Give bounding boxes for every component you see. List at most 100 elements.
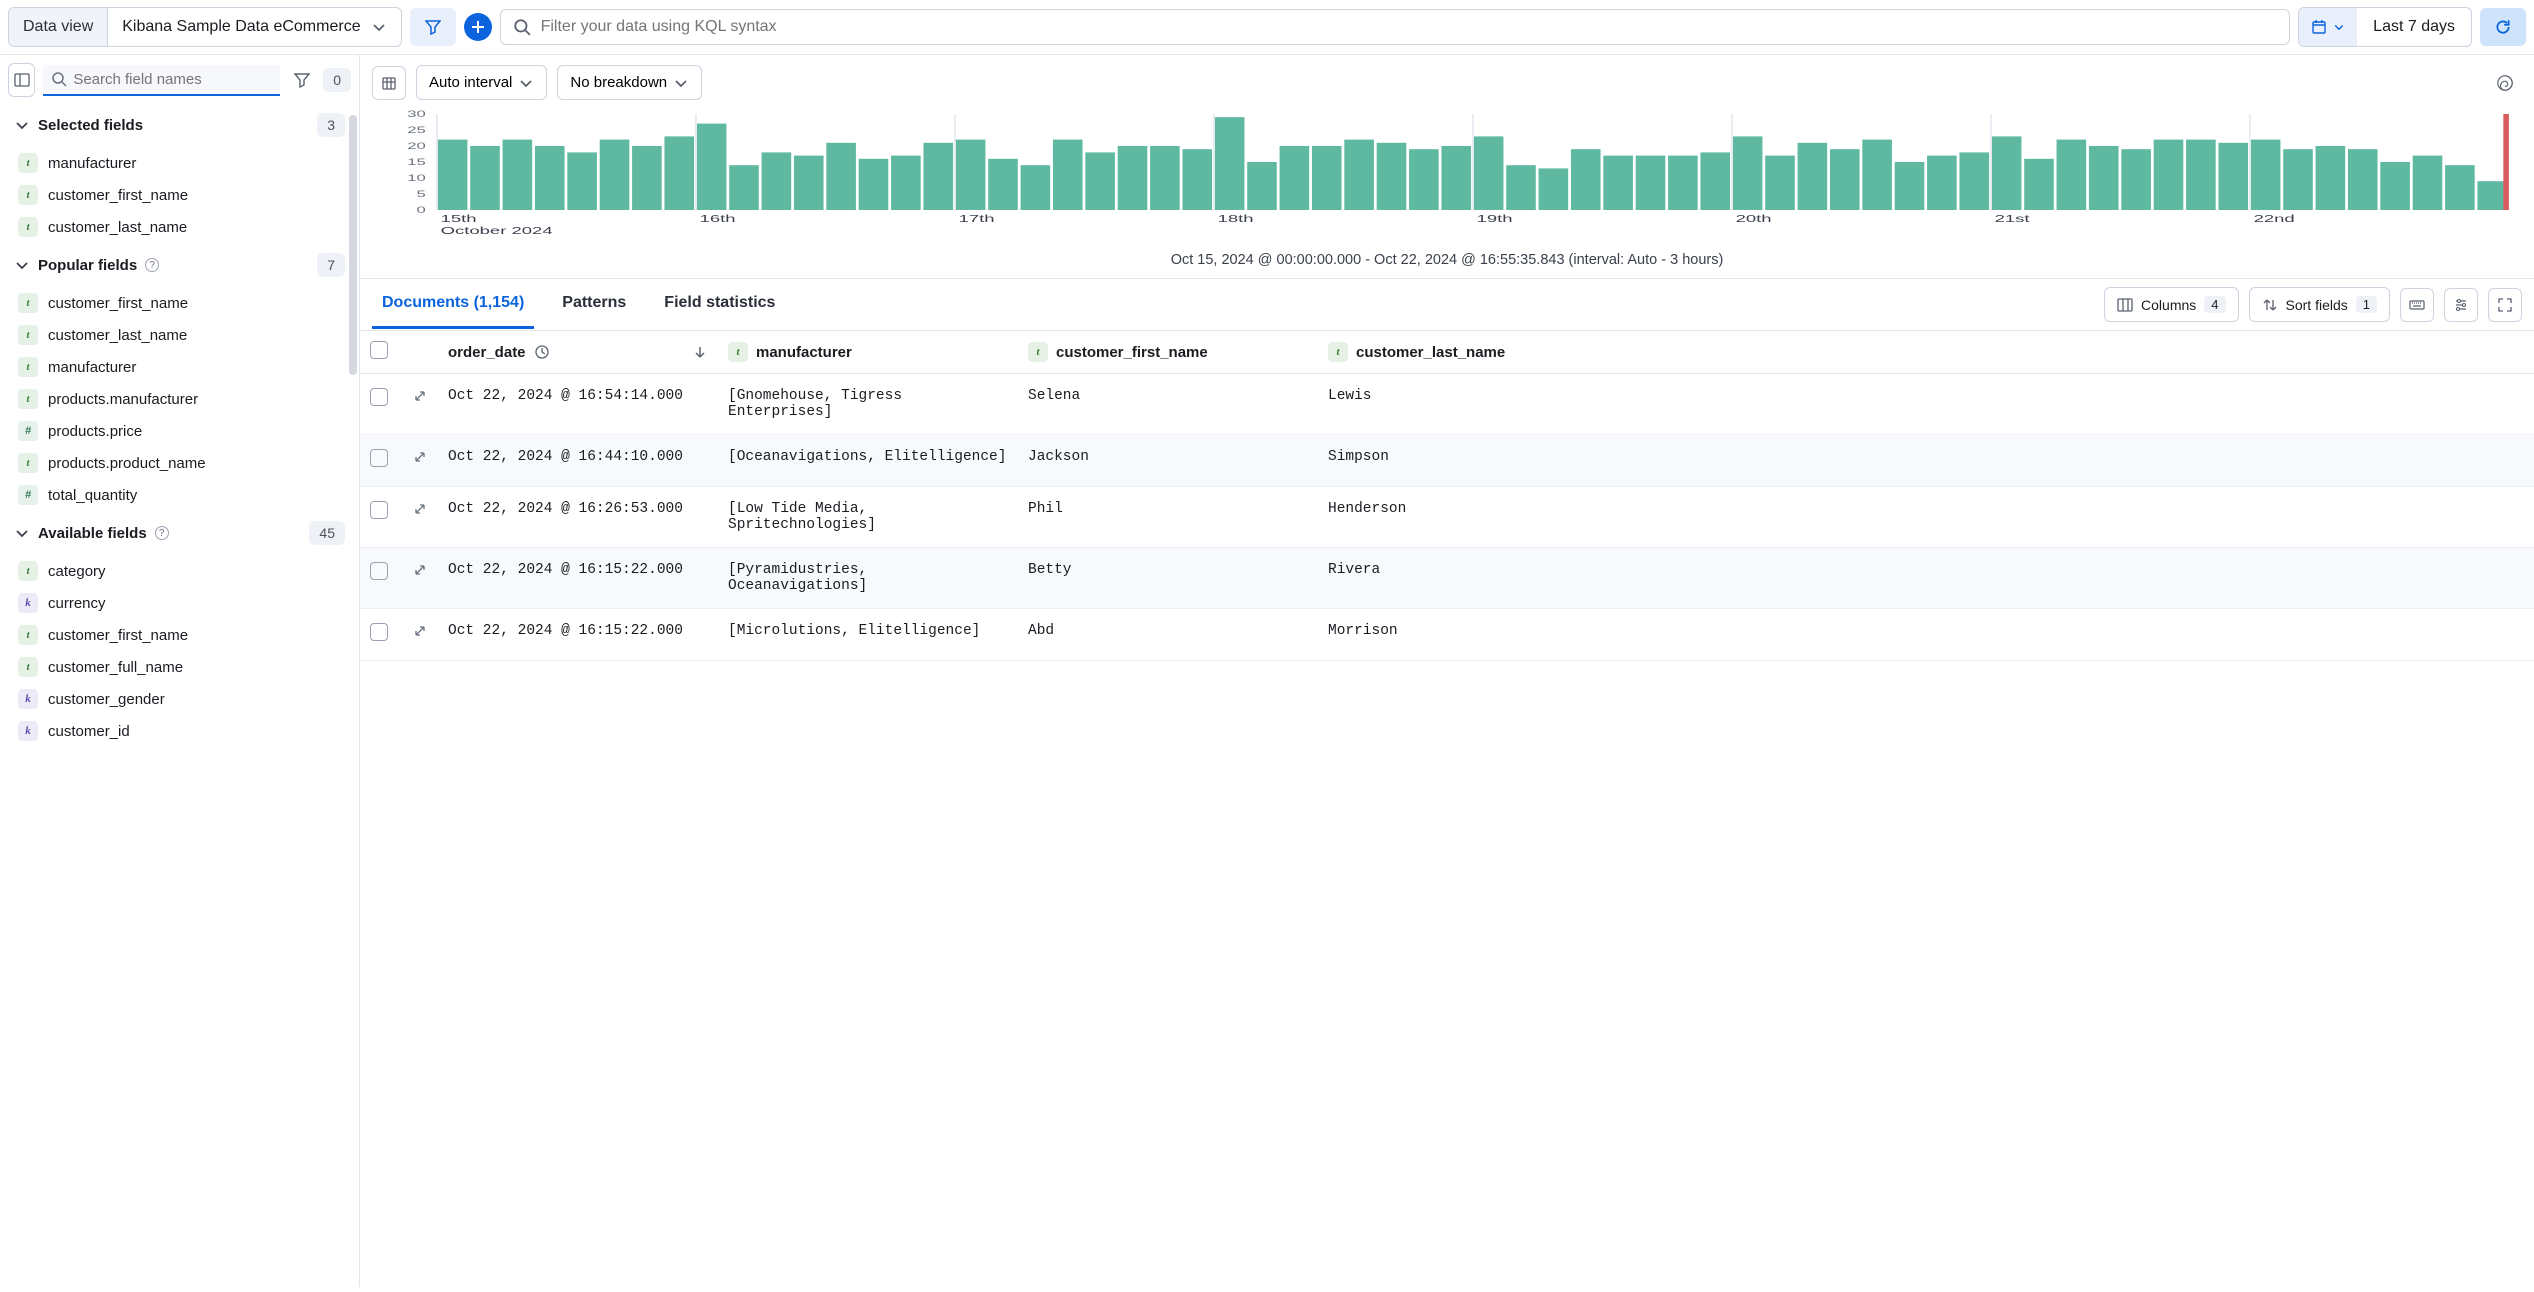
calendar-icon xyxy=(2311,19,2327,35)
row-checkbox[interactable] xyxy=(370,501,388,519)
plus-icon xyxy=(470,19,486,35)
field-item[interactable]: tcustomer_last_name xyxy=(8,319,351,351)
column-header-last-name[interactable]: tcustomer_last_name xyxy=(1318,331,2534,374)
field-type-icon: t xyxy=(18,625,38,645)
field-search[interactable] xyxy=(43,65,280,96)
fields-sidebar: 0 Selected fields 3 tmanufacturertcustom… xyxy=(0,55,360,1287)
cell-first-name: Selena xyxy=(1018,374,1318,435)
field-item[interactable]: #total_quantity xyxy=(8,479,351,511)
fullscreen-button[interactable] xyxy=(2488,288,2522,322)
sort-icon xyxy=(2262,297,2278,313)
tab-patterns[interactable]: Patterns xyxy=(552,280,636,329)
filter-button[interactable] xyxy=(410,8,456,46)
section-count: 45 xyxy=(309,521,345,545)
field-type-icon: k xyxy=(18,689,38,709)
dataview-value[interactable]: Kibana Sample Data eCommerce xyxy=(108,8,400,46)
date-picker[interactable]: Last 7 days xyxy=(2298,7,2472,47)
tab-field-statistics[interactable]: Field statistics xyxy=(654,280,785,329)
date-quick-menu[interactable] xyxy=(2299,8,2357,46)
sort-count: 1 xyxy=(2356,296,2377,313)
columns-button[interactable]: Columns 4 xyxy=(2104,287,2238,322)
text-type-icon: t xyxy=(1028,342,1048,362)
cell-last-name: Lewis xyxy=(1318,374,2534,435)
text-type-icon: t xyxy=(1328,342,1348,362)
field-filter-button[interactable] xyxy=(288,63,315,97)
column-header-manufacturer[interactable]: tmanufacturer xyxy=(718,331,1018,374)
breakdown-select[interactable]: No breakdown xyxy=(557,65,702,100)
row-checkbox[interactable] xyxy=(370,562,388,580)
field-item[interactable]: tproducts.manufacturer xyxy=(8,383,351,415)
search-icon xyxy=(513,18,531,36)
cell-order-date: Oct 22, 2024 @ 16:26:53.000 xyxy=(438,487,718,548)
result-tabs: Documents (1,154) Patterns Field statist… xyxy=(360,278,2534,331)
svg-text:16th: 16th xyxy=(700,214,736,225)
field-item[interactable]: kcustomer_gender xyxy=(8,683,351,715)
field-search-input[interactable] xyxy=(73,71,272,88)
field-item[interactable]: tproducts.product_name xyxy=(8,447,351,479)
documents-table: order_date tmanufacturer tcustomer_first… xyxy=(360,331,2534,1287)
row-checkbox[interactable] xyxy=(370,388,388,406)
section-count: 7 xyxy=(317,253,345,277)
field-type-icon: t xyxy=(18,293,38,313)
cell-last-name: Morrison xyxy=(1318,609,2534,661)
select-all-checkbox[interactable] xyxy=(370,341,388,359)
add-filter-button[interactable] xyxy=(464,13,492,41)
svg-text:25: 25 xyxy=(407,125,426,135)
section-selected-toggle[interactable]: Selected fields 3 xyxy=(8,103,351,147)
toggle-histogram-button[interactable] xyxy=(372,66,406,100)
sidebar-scrollbar[interactable] xyxy=(349,115,357,375)
sort-button[interactable]: Sort fields 1 xyxy=(2249,287,2390,322)
field-item[interactable]: tcustomer_first_name xyxy=(8,619,351,651)
field-item[interactable]: #products.price xyxy=(8,415,351,447)
expand-row-button[interactable] xyxy=(412,449,428,465)
field-item[interactable]: kcurrency xyxy=(8,587,351,619)
row-checkbox[interactable] xyxy=(370,623,388,641)
field-item[interactable]: kcustomer_id xyxy=(8,715,351,747)
date-range-label[interactable]: Last 7 days xyxy=(2357,8,2471,46)
field-name: customer_id xyxy=(48,723,130,740)
keyboard-shortcuts-button[interactable] xyxy=(2400,288,2434,322)
dataview-selector[interactable]: Data view Kibana Sample Data eCommerce xyxy=(8,7,402,47)
interval-select[interactable]: Auto interval xyxy=(416,65,547,100)
svg-text:19th: 19th xyxy=(1477,214,1513,225)
field-item[interactable]: tcustomer_first_name xyxy=(8,287,351,319)
field-name: customer_last_name xyxy=(48,327,187,344)
display-options-button[interactable] xyxy=(2444,288,2478,322)
histogram-caption: Oct 15, 2024 @ 00:00:00.000 - Oct 22, 20… xyxy=(360,246,2534,278)
svg-text:0: 0 xyxy=(417,205,426,215)
section-available-toggle[interactable]: Available fields ? 45 xyxy=(8,511,351,555)
expand-row-button[interactable] xyxy=(412,562,428,578)
chevron-down-icon xyxy=(673,75,689,91)
help-icon[interactable]: ? xyxy=(145,258,159,272)
field-item[interactable]: tmanufacturer xyxy=(8,147,351,179)
expand-row-button[interactable] xyxy=(412,623,428,639)
svg-text:October 2024: October 2024 xyxy=(441,226,553,237)
expand-row-button[interactable] xyxy=(412,501,428,517)
field-name: manufacturer xyxy=(48,359,136,376)
column-header-order-date[interactable]: order_date xyxy=(438,331,718,374)
chevron-down-icon xyxy=(2333,19,2345,35)
refresh-button[interactable] xyxy=(2480,8,2526,46)
expand-row-button[interactable] xyxy=(412,388,428,404)
field-name: total_quantity xyxy=(48,487,137,504)
row-checkbox[interactable] xyxy=(370,449,388,467)
filter-count: 0 xyxy=(323,68,351,92)
columns-icon xyxy=(2117,297,2133,313)
keyboard-icon xyxy=(2409,297,2425,313)
lens-button[interactable] xyxy=(2488,66,2522,100)
field-item[interactable]: tmanufacturer xyxy=(8,351,351,383)
kql-input[interactable] xyxy=(541,18,2278,36)
field-item[interactable]: tcustomer_last_name xyxy=(8,211,351,243)
kql-search[interactable] xyxy=(500,9,2291,45)
svg-text:20th: 20th xyxy=(1736,214,1772,225)
help-icon[interactable]: ? xyxy=(155,526,169,540)
collapse-sidebar-button[interactable] xyxy=(8,63,35,97)
section-popular-toggle[interactable]: Popular fields ? 7 xyxy=(8,243,351,287)
histogram-chart[interactable]: 05101520253015th16th17th18th19th20th21st… xyxy=(360,110,2534,246)
tab-documents[interactable]: Documents (1,154) xyxy=(372,280,534,329)
field-item[interactable]: tcustomer_full_name xyxy=(8,651,351,683)
field-item[interactable]: tcategory xyxy=(8,555,351,587)
column-header-first-name[interactable]: tcustomer_first_name xyxy=(1018,331,1318,374)
field-item[interactable]: tcustomer_first_name xyxy=(8,179,351,211)
field-type-icon: t xyxy=(18,185,38,205)
